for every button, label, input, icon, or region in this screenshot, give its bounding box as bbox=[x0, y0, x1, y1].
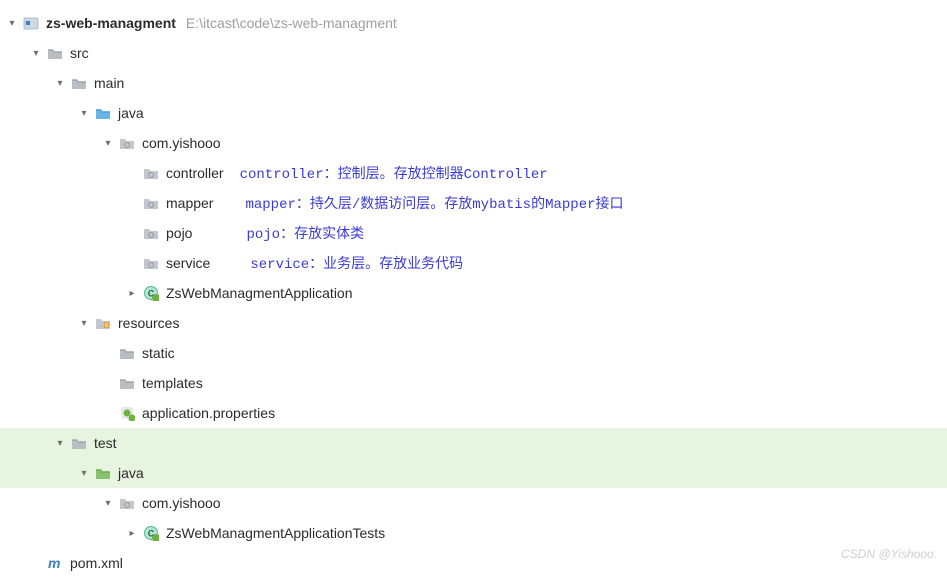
java-row[interactable]: ▾ java bbox=[0, 98, 947, 128]
chevron-right-icon[interactable]: ▸ bbox=[124, 525, 140, 541]
root-row[interactable]: ▾ zs-web-managment E:\itcast\code\zs-web… bbox=[0, 8, 947, 38]
maven-file-icon bbox=[46, 554, 64, 572]
tree-label: templates bbox=[142, 375, 203, 391]
root-path: E:\itcast\code\zs-web-managment bbox=[186, 15, 397, 31]
chevron-down-icon[interactable]: ▾ bbox=[100, 135, 116, 151]
watermark: CSDN @Yishooo. bbox=[841, 547, 937, 561]
resources-folder-icon bbox=[94, 314, 112, 332]
package-icon bbox=[142, 164, 160, 182]
test-java-row[interactable]: ▾ java bbox=[0, 458, 947, 488]
tree-label: ZsWebManagmentApplicationTests bbox=[166, 525, 385, 541]
tree-label: java bbox=[118, 465, 144, 481]
package-icon bbox=[118, 134, 136, 152]
main-row[interactable]: ▾ main bbox=[0, 68, 947, 98]
chevron-down-icon[interactable]: ▾ bbox=[4, 15, 20, 31]
props-row[interactable]: ▾ application.properties bbox=[0, 398, 947, 428]
chevron-down-icon[interactable]: ▾ bbox=[52, 75, 68, 91]
chevron-down-icon[interactable]: ▾ bbox=[52, 435, 68, 451]
tree-label: test bbox=[94, 435, 117, 451]
tree-label: main bbox=[94, 75, 124, 91]
tree-label: resources bbox=[118, 315, 179, 331]
test-package-row[interactable]: ▾ com.yishooo bbox=[0, 488, 947, 518]
properties-file-icon bbox=[118, 404, 136, 422]
project-tree: ▾ zs-web-managment E:\itcast\code\zs-web… bbox=[0, 0, 947, 586]
chevron-right-icon[interactable]: ▸ bbox=[124, 285, 140, 301]
pojo-row[interactable]: ▾ pojo pojo：存放实体类 bbox=[0, 218, 947, 248]
tree-label: java bbox=[118, 105, 144, 121]
annotation-text: service：业务层。存放业务代码 bbox=[250, 253, 463, 273]
tree-label: service bbox=[166, 255, 210, 271]
chevron-down-icon[interactable]: ▾ bbox=[76, 105, 92, 121]
tree-label: pom.xml bbox=[70, 555, 123, 571]
tree-label: pojo bbox=[166, 225, 192, 241]
resources-row[interactable]: ▾ resources bbox=[0, 308, 947, 338]
tree-label: ZsWebManagmentApplication bbox=[166, 285, 353, 301]
templates-row[interactable]: ▾ templates bbox=[0, 368, 947, 398]
mapper-row[interactable]: ▾ mapper mapper：持久层/数据访问层。存放mybatis的Mapp… bbox=[0, 188, 947, 218]
package-icon bbox=[142, 194, 160, 212]
folder-icon bbox=[118, 344, 136, 362]
app-tests-row[interactable]: ▸ ZsWebManagmentApplicationTests bbox=[0, 518, 947, 548]
tree-label: mapper bbox=[166, 195, 213, 211]
pom-row[interactable]: ▾ pom.xml bbox=[0, 548, 947, 578]
tree-label: static bbox=[142, 345, 175, 361]
source-folder-icon bbox=[94, 104, 112, 122]
root-name: zs-web-managment bbox=[46, 15, 176, 31]
test-row[interactable]: ▾ test bbox=[0, 428, 947, 458]
app-row[interactable]: ▸ ZsWebManagmentApplication bbox=[0, 278, 947, 308]
folder-icon bbox=[70, 434, 88, 452]
service-row[interactable]: ▾ service service：业务层。存放业务代码 bbox=[0, 248, 947, 278]
module-icon bbox=[22, 14, 40, 32]
tree-label: application.properties bbox=[142, 405, 275, 421]
chevron-down-icon[interactable]: ▾ bbox=[76, 315, 92, 331]
annotation-text: controller：控制层。存放控制器Controller bbox=[240, 163, 548, 183]
package-icon bbox=[142, 254, 160, 272]
test-folder-icon bbox=[94, 464, 112, 482]
src-row[interactable]: ▾ src bbox=[0, 38, 947, 68]
package-row[interactable]: ▾ com.yishooo bbox=[0, 128, 947, 158]
folder-icon bbox=[46, 44, 64, 62]
package-icon bbox=[118, 494, 136, 512]
tree-label: controller bbox=[166, 165, 224, 181]
package-icon bbox=[142, 224, 160, 242]
folder-icon bbox=[118, 374, 136, 392]
annotation-text: pojo：存放实体类 bbox=[246, 223, 364, 243]
chevron-down-icon[interactable]: ▾ bbox=[76, 465, 92, 481]
tree-label: src bbox=[70, 45, 89, 61]
chevron-down-icon[interactable]: ▾ bbox=[100, 495, 116, 511]
tree-label: com.yishooo bbox=[142, 135, 221, 151]
controller-row[interactable]: ▾ controller controller：控制层。存放控制器Control… bbox=[0, 158, 947, 188]
spring-class-icon bbox=[142, 284, 160, 302]
folder-icon bbox=[70, 74, 88, 92]
tree-label: com.yishooo bbox=[142, 495, 221, 511]
chevron-down-icon[interactable]: ▾ bbox=[28, 45, 44, 61]
annotation-text: mapper：持久层/数据访问层。存放mybatis的Mapper接口 bbox=[245, 193, 623, 213]
spring-class-icon bbox=[142, 524, 160, 542]
static-row[interactable]: ▾ static bbox=[0, 338, 947, 368]
